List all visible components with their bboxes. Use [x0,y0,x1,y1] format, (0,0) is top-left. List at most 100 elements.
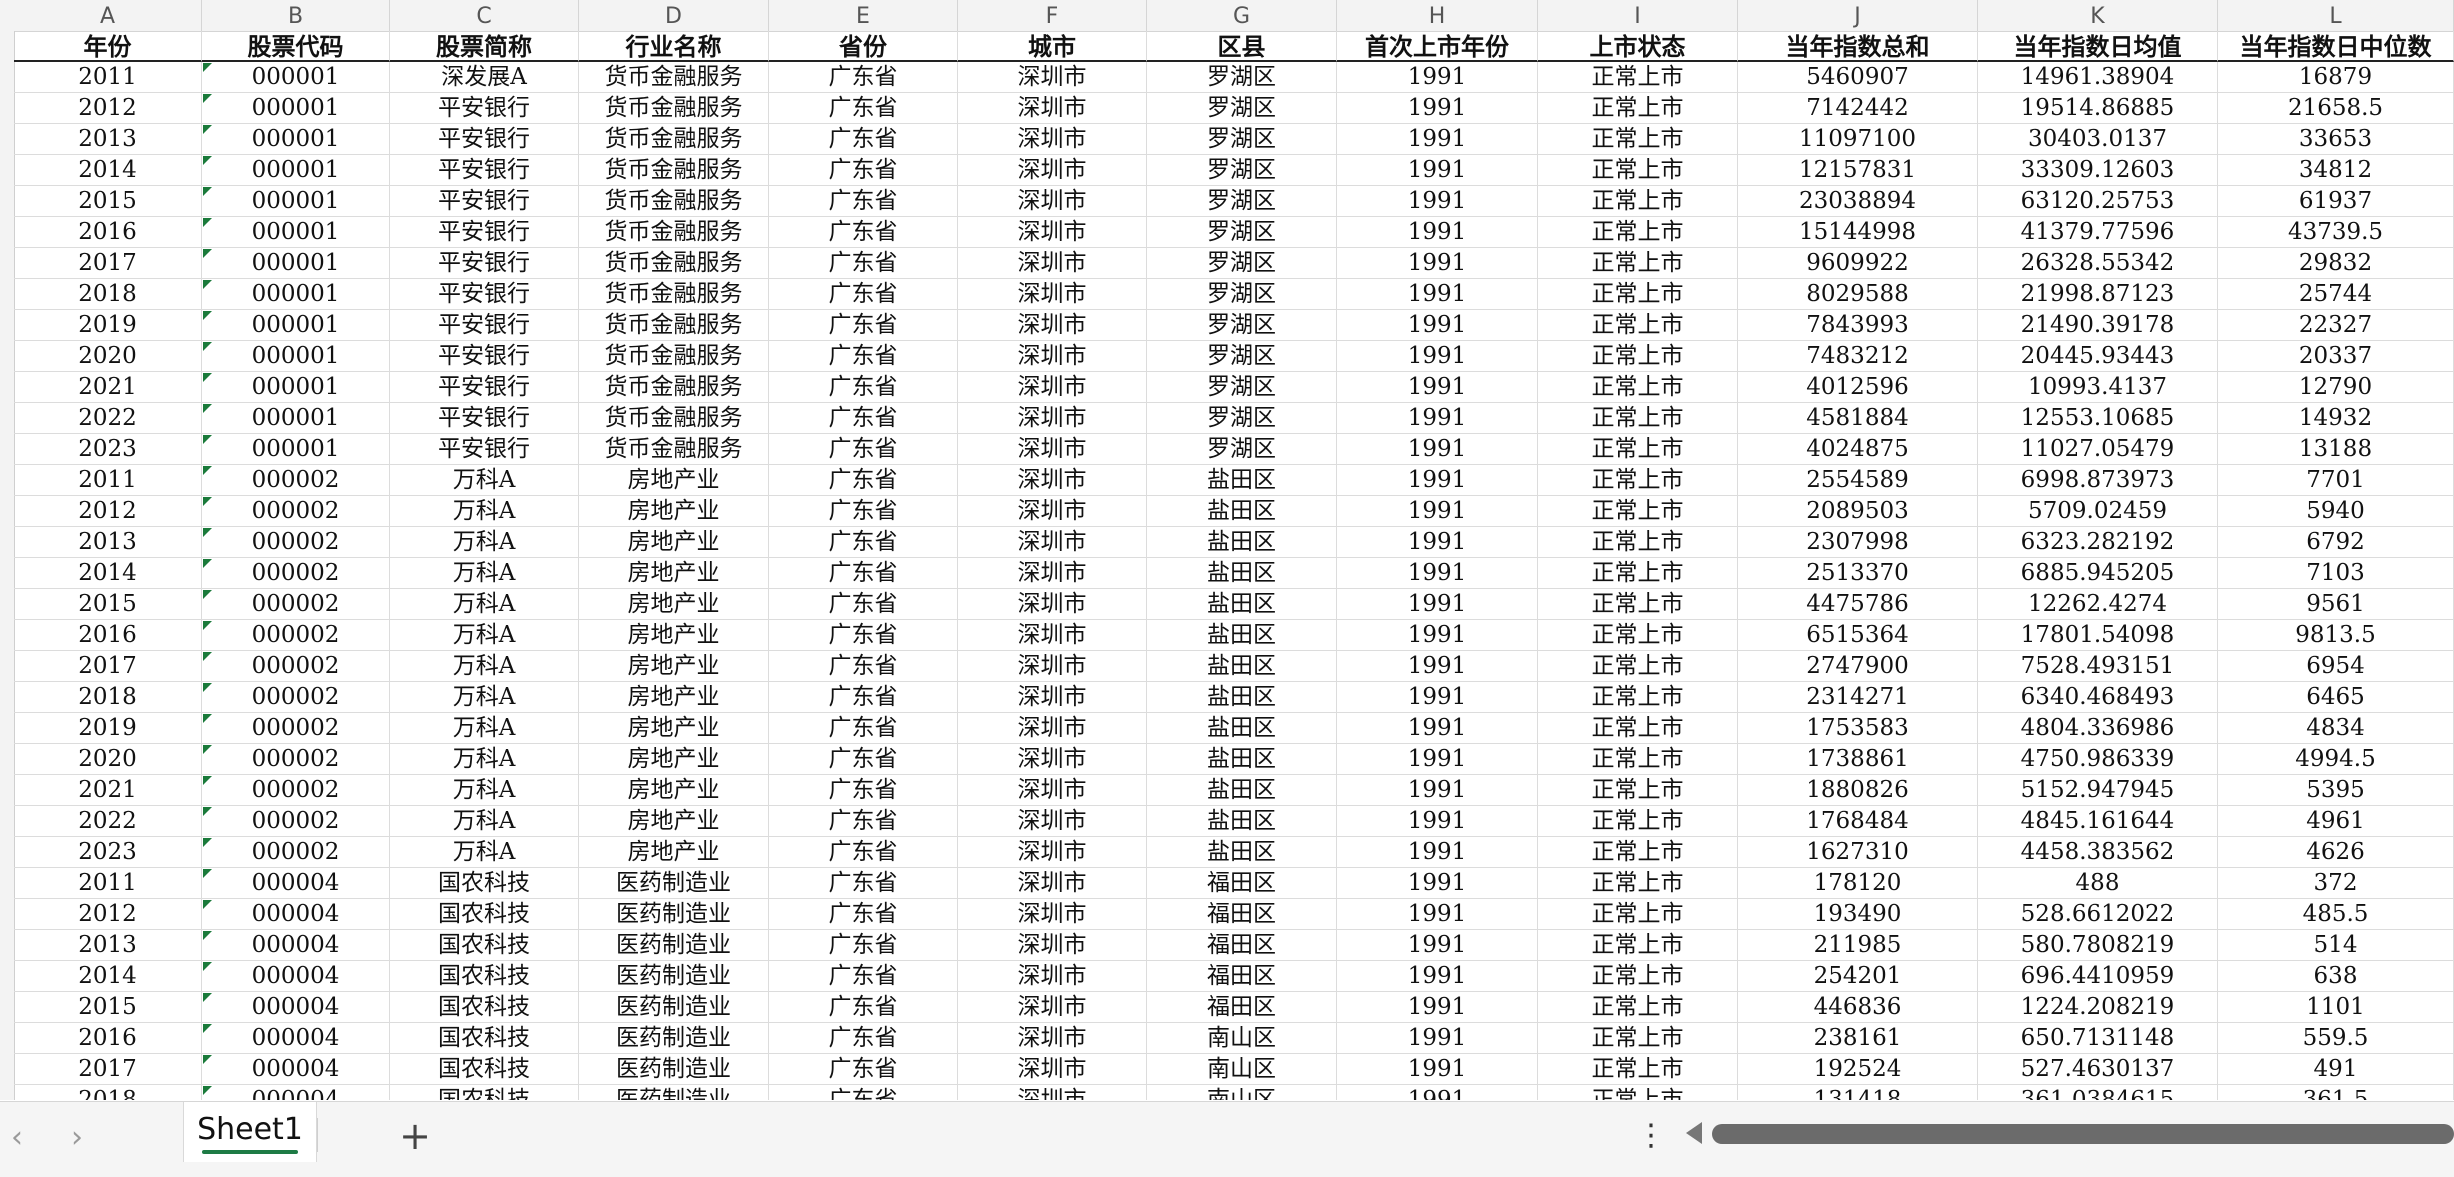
table-cell[interactable]: 2022 [14,403,202,434]
table-cell[interactable]: 000002 [202,620,390,651]
table-cell[interactable]: 2017 [14,248,202,279]
table-cell[interactable]: 12157831 [1738,155,1978,186]
column-header-e[interactable]: E [769,0,958,31]
table-cell[interactable]: 192524 [1738,1054,1978,1085]
table-cell[interactable]: 广东省 [769,775,958,806]
table-cell[interactable]: 6515364 [1738,620,1978,651]
table-cell[interactable]: 1101 [2218,992,2454,1023]
table-cell[interactable]: 2016 [14,620,202,651]
table-cell[interactable]: 深圳市 [958,372,1147,403]
table-cell[interactable]: 9813.5 [2218,620,2454,651]
table-cell[interactable]: 正常上市 [1538,62,1738,93]
table-cell[interactable]: 5940 [2218,496,2454,527]
table-cell[interactable]: 9609922 [1738,248,1978,279]
table-cell[interactable]: 货币金融服务 [579,310,769,341]
table-cell[interactable]: 平安银行 [390,217,579,248]
table-cell[interactable]: 000001 [202,155,390,186]
column-header-l[interactable]: L [2218,0,2454,31]
table-cell[interactable]: 1991 [1337,620,1538,651]
table-cell[interactable]: 000004 [202,961,390,992]
table-cell[interactable]: 000002 [202,496,390,527]
table-cell[interactable]: 1991 [1337,372,1538,403]
table-cell[interactable]: 广东省 [769,124,958,155]
table-cell[interactable]: 63120.25753 [1978,186,2218,217]
table-cell[interactable]: 广东省 [769,837,958,868]
table-cell[interactable]: 000001 [202,186,390,217]
header-cell[interactable]: 股票代码 [202,31,390,62]
table-cell[interactable]: 6998.873973 [1978,465,2218,496]
table-cell[interactable]: 30403.0137 [1978,124,2218,155]
table-cell[interactable]: 万科A [390,806,579,837]
table-cell[interactable]: 33653 [2218,124,2454,155]
table-cell[interactable]: 14961.38904 [1978,62,2218,93]
table-cell[interactable]: 正常上市 [1538,775,1738,806]
table-cell[interactable]: 1991 [1337,1023,1538,1054]
table-cell[interactable]: 238161 [1738,1023,1978,1054]
table-cell[interactable]: 696.4410959 [1978,961,2218,992]
table-cell[interactable]: 2022 [14,806,202,837]
table-cell[interactable]: 1991 [1337,248,1538,279]
header-cell[interactable]: 股票简称 [390,31,579,62]
table-cell[interactable]: 1991 [1337,806,1538,837]
table-cell[interactable]: 盐田区 [1147,713,1337,744]
table-cell[interactable]: 4475786 [1738,589,1978,620]
table-cell[interactable]: 5709.02459 [1978,496,2218,527]
table-cell[interactable]: 深圳市 [958,341,1147,372]
table-cell[interactable]: 广东省 [769,93,958,124]
table-cell[interactable]: 2021 [14,372,202,403]
table-cell[interactable]: 房地产业 [579,465,769,496]
table-cell[interactable]: 6954 [2218,651,2454,682]
table-cell[interactable]: 000004 [202,899,390,930]
table-cell[interactable]: 33309.12603 [1978,155,2218,186]
table-cell[interactable]: 17801.54098 [1978,620,2218,651]
table-cell[interactable]: 1738861 [1738,744,1978,775]
table-cell[interactable]: 广东省 [769,155,958,186]
table-cell[interactable]: 2018 [14,682,202,713]
table-cell[interactable]: 23038894 [1738,186,1978,217]
table-cell[interactable]: 正常上市 [1538,713,1738,744]
table-cell[interactable]: 正常上市 [1538,837,1738,868]
table-cell[interactable]: 国农科技 [390,868,579,899]
table-cell[interactable]: 广东省 [769,496,958,527]
table-cell[interactable]: 2513370 [1738,558,1978,589]
table-cell[interactable]: 1991 [1337,93,1538,124]
table-cell[interactable]: 国农科技 [390,899,579,930]
table-cell[interactable]: 正常上市 [1538,651,1738,682]
table-cell[interactable]: 1991 [1337,310,1538,341]
table-cell[interactable]: 深圳市 [958,1054,1147,1085]
table-cell[interactable]: 527.4630137 [1978,1054,2218,1085]
table-cell[interactable]: 1991 [1337,992,1538,1023]
table-cell[interactable]: 正常上市 [1538,558,1738,589]
table-cell[interactable]: 1991 [1337,837,1538,868]
table-cell[interactable]: 61937 [2218,186,2454,217]
table-cell[interactable]: 1991 [1337,341,1538,372]
table-cell[interactable]: 1991 [1337,651,1538,682]
table-cell[interactable]: 深圳市 [958,775,1147,806]
table-cell[interactable]: 深圳市 [958,124,1147,155]
table-cell[interactable]: 12790 [2218,372,2454,403]
table-cell[interactable]: 医药制造业 [579,992,769,1023]
table-cell[interactable]: 广东省 [769,806,958,837]
table-cell[interactable]: 6323.282192 [1978,527,2218,558]
column-header-a[interactable]: A [14,0,202,31]
table-cell[interactable]: 2019 [14,713,202,744]
table-cell[interactable]: 广东省 [769,1085,958,1100]
table-cell[interactable]: 2554589 [1738,465,1978,496]
table-cell[interactable]: 254201 [1738,961,1978,992]
table-cell[interactable]: 正常上市 [1538,310,1738,341]
table-cell[interactable]: 000001 [202,93,390,124]
table-cell[interactable]: 深圳市 [958,1085,1147,1100]
table-cell[interactable]: 580.7808219 [1978,930,2218,961]
table-cell[interactable]: 广东省 [769,620,958,651]
table-cell[interactable]: 000001 [202,62,390,93]
table-cell[interactable]: 2314271 [1738,682,1978,713]
table-cell[interactable]: 正常上市 [1538,744,1738,775]
table-cell[interactable]: 万科A [390,651,579,682]
table-cell[interactable]: 000001 [202,372,390,403]
table-cell[interactable]: 1991 [1337,682,1538,713]
table-cell[interactable]: 广东省 [769,372,958,403]
table-cell[interactable]: 4834 [2218,713,2454,744]
table-cell[interactable]: 26328.55342 [1978,248,2218,279]
table-cell[interactable]: 000002 [202,465,390,496]
table-cell[interactable]: 深圳市 [958,310,1147,341]
